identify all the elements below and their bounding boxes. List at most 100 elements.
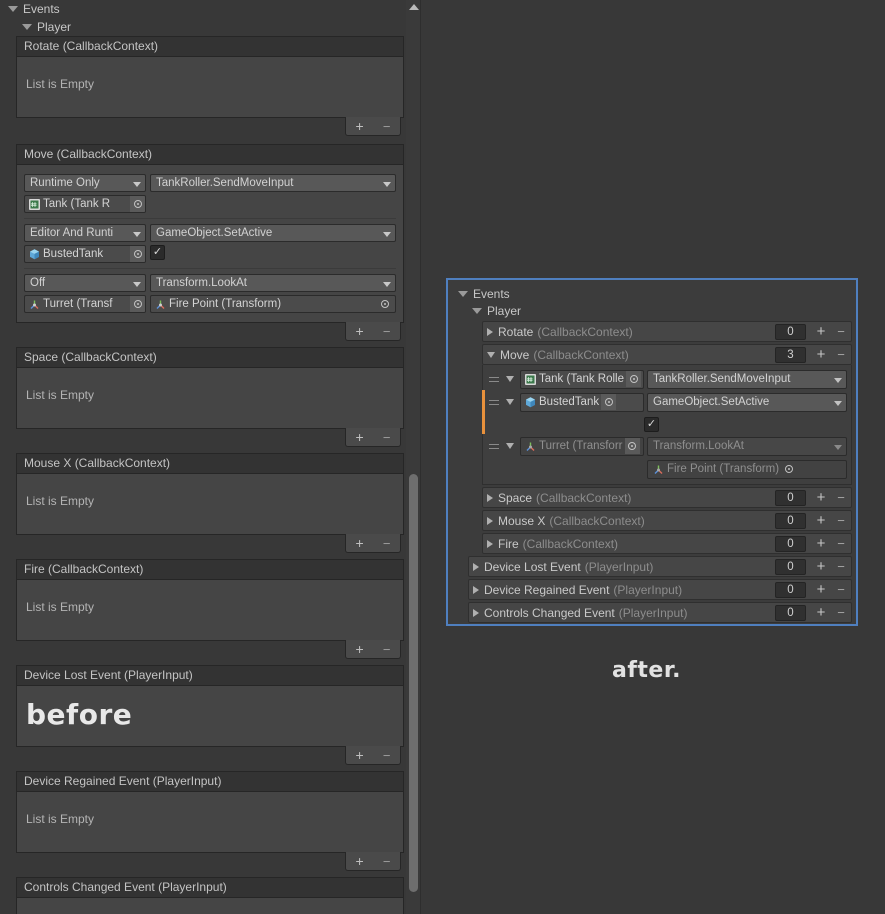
row-count-field[interactable]: 0 [775, 604, 806, 621]
callback-mode-dropdown[interactable]: Runtime Only [24, 174, 146, 192]
add-button[interactable]: + [811, 605, 831, 620]
add-button[interactable]: + [811, 324, 831, 339]
remove-button[interactable]: − [831, 491, 851, 504]
add-button[interactable]: + [811, 559, 831, 574]
add-button[interactable]: + [356, 748, 364, 762]
vertical-scrollbar[interactable] [406, 0, 420, 914]
object-picker-icon[interactable] [624, 438, 640, 454]
callback-argument-object-field[interactable]: Fire Point (Transform) [647, 459, 847, 479]
add-button[interactable]: + [356, 119, 364, 133]
before-player-foldout[interactable]: Player [0, 18, 420, 36]
callback-mode-dropdown[interactable]: Editor And Runti [24, 224, 146, 242]
event-entry-top-line: Runtime Only TankRoller.SendMoveInput [24, 174, 396, 192]
remove-button[interactable]: − [831, 348, 851, 361]
callback-method-dropdown[interactable]: Transform.LookAt [647, 436, 847, 456]
after-row-space[interactable]: Space (CallbackContext) 0 + − [482, 487, 852, 508]
modified-indicator [482, 390, 485, 434]
drag-handle-icon[interactable] [489, 373, 501, 385]
row-count-field[interactable]: 0 [775, 489, 806, 506]
before-events-foldout[interactable]: Events [0, 0, 420, 18]
after-row-rotate[interactable]: Rotate (CallbackContext) 0 + − [482, 321, 852, 342]
remove-button[interactable]: − [383, 643, 391, 656]
setactive-checkbox[interactable]: ✓ [644, 416, 659, 432]
callback-method-dropdown[interactable]: TankRoller.SendMoveInput [150, 174, 396, 192]
remove-button[interactable]: − [831, 606, 851, 619]
add-button[interactable]: + [356, 642, 364, 656]
section-header: Space (CallbackContext) [16, 347, 404, 367]
callback-target-object-field[interactable]: BustedTank [24, 245, 146, 263]
callback-mode-dropdown[interactable]: Off [24, 274, 146, 292]
add-button[interactable]: + [811, 513, 831, 528]
add-button[interactable]: + [356, 324, 364, 338]
remove-button[interactable]: − [831, 583, 851, 596]
chevron-right-icon [473, 585, 479, 594]
event-entry: Off Transform.LookAt Turret (Transf Fire… [24, 268, 396, 316]
drag-handle-icon[interactable] [489, 440, 501, 452]
chevron-down-icon [472, 307, 482, 314]
add-button[interactable]: + [811, 490, 831, 505]
remove-button[interactable]: − [383, 855, 391, 868]
chevron-down-icon[interactable] [506, 376, 514, 382]
add-button[interactable]: + [356, 430, 364, 444]
callback-item: Tank (Tank Rolle TankRoller.SendMoveInpu… [487, 369, 847, 389]
object-picker-icon[interactable] [377, 296, 392, 312]
remove-button[interactable]: − [831, 514, 851, 527]
remove-button[interactable]: − [383, 120, 391, 133]
section-footer: + − [16, 117, 404, 140]
row-count-field[interactable]: 0 [775, 323, 806, 340]
after-row-mouse-x[interactable]: Mouse X (CallbackContext) 0 + − [482, 510, 852, 531]
row-count-field[interactable]: 0 [775, 558, 806, 575]
callback-method-dropdown[interactable]: GameObject.SetActive [150, 224, 396, 242]
callback-method-dropdown[interactable]: Transform.LookAt [150, 274, 396, 292]
remove-button[interactable]: − [831, 537, 851, 550]
callback-target-object-field[interactable]: Tank (Tank R [24, 195, 146, 213]
callback-target-object-field[interactable]: Turret (Transf [24, 295, 146, 313]
scrollbar-thumb[interactable] [409, 474, 418, 892]
callback-argument-object-field[interactable]: Fire Point (Transform) [150, 295, 396, 313]
callback-target-object-field[interactable]: BustedTank [520, 392, 644, 412]
after-events-foldout[interactable]: Events [454, 285, 852, 302]
remove-button[interactable]: − [383, 325, 391, 338]
scroll-up-arrow-icon[interactable] [409, 4, 419, 10]
object-picker-icon[interactable] [601, 394, 617, 410]
row-subtitle: (CallbackContext) [537, 324, 633, 339]
callback-method-dropdown[interactable]: GameObject.SetActive [647, 392, 847, 412]
after-row-device-lost[interactable]: Device Lost Event (PlayerInput) 0 + − [468, 556, 852, 577]
remove-button[interactable]: − [383, 749, 391, 762]
after-player-foldout[interactable]: Player [454, 302, 852, 319]
object-picker-icon[interactable] [130, 196, 145, 212]
callback-target-object-field[interactable]: Turret (Transforr [520, 436, 644, 456]
remove-button[interactable]: − [383, 431, 391, 444]
after-row-controls-changed[interactable]: Controls Changed Event (PlayerInput) 0 +… [468, 602, 852, 623]
before-events-label: Events [23, 2, 60, 16]
add-button[interactable]: + [811, 347, 831, 362]
after-row-move[interactable]: Move (CallbackContext) 3 + − [482, 344, 852, 365]
add-button[interactable]: + [356, 536, 364, 550]
remove-button[interactable]: − [831, 325, 851, 338]
before-section-space: Space (CallbackContext) List is Empty + … [16, 347, 404, 451]
callback-target-object-field[interactable]: Tank (Tank Rolle [520, 369, 644, 389]
after-row-device-regained[interactable]: Device Regained Event (PlayerInput) 0 + … [468, 579, 852, 600]
add-button[interactable]: + [811, 536, 831, 551]
callback-method-dropdown[interactable]: TankRoller.SendMoveInput [647, 369, 847, 389]
row-count-field[interactable]: 3 [775, 346, 806, 363]
callback-item: Turret (Transforr Transform.LookAt [487, 436, 847, 456]
add-button[interactable]: + [356, 854, 364, 868]
object-picker-icon[interactable] [626, 371, 642, 387]
object-picker-icon[interactable] [130, 246, 145, 262]
drag-handle-icon[interactable] [489, 396, 501, 408]
object-picker-icon[interactable] [781, 461, 796, 477]
chevron-down-icon[interactable] [506, 399, 514, 405]
setactive-checkbox[interactable]: ✓ [150, 245, 165, 260]
row-count-field[interactable]: 0 [775, 512, 806, 529]
row-count-field[interactable]: 0 [775, 581, 806, 598]
remove-button[interactable]: − [383, 537, 391, 550]
chevron-down-icon[interactable] [506, 443, 514, 449]
after-row-fire[interactable]: Fire (CallbackContext) 0 + − [482, 533, 852, 554]
object-picker-icon[interactable] [130, 296, 145, 312]
row-count-field[interactable]: 0 [775, 535, 806, 552]
add-button[interactable]: + [811, 582, 831, 597]
remove-button[interactable]: − [831, 560, 851, 573]
event-entry-top-line: Editor And Runti GameObject.SetActive [24, 224, 396, 242]
before-inspector-panel: Events Player Rotate (CallbackContext) L… [0, 0, 420, 914]
